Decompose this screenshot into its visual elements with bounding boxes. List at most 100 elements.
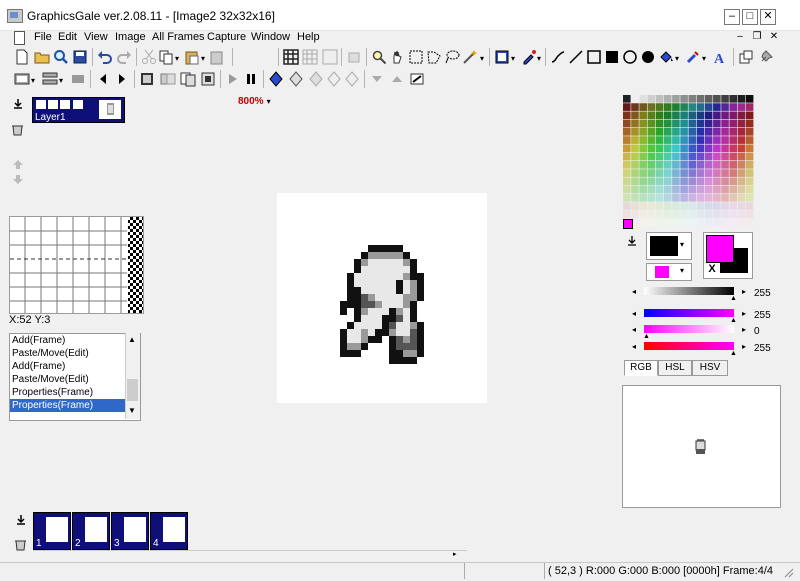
brightness-decrease-icon[interactable]: ◂ bbox=[632, 287, 636, 296]
hand-tool-icon[interactable] bbox=[390, 49, 406, 65]
palette-swatch[interactable] bbox=[688, 210, 697, 219]
palette-swatch[interactable] bbox=[663, 128, 672, 136]
palette-swatch[interactable] bbox=[680, 152, 688, 161]
trash-icon[interactable] bbox=[14, 538, 27, 551]
palette-swatch[interactable] bbox=[655, 136, 664, 144]
tab-hsv[interactable]: HSV bbox=[692, 360, 728, 376]
palette-swatch[interactable] bbox=[704, 210, 713, 219]
palette-swatch[interactable] bbox=[729, 210, 738, 219]
palette-swatch[interactable] bbox=[729, 218, 738, 227]
rect-select-icon[interactable] bbox=[408, 49, 424, 65]
palette-swatch[interactable] bbox=[680, 194, 688, 202]
zoom-tool-icon[interactable] bbox=[371, 49, 387, 65]
color-import-icon[interactable] bbox=[627, 236, 637, 246]
frame-props-dropdown-icon[interactable]: ▾ bbox=[31, 76, 35, 85]
palette-swatch[interactable] bbox=[647, 210, 656, 219]
palette-swatch[interactable] bbox=[729, 103, 738, 111]
palette-swatch[interactable] bbox=[647, 103, 656, 111]
palette-swatch[interactable] bbox=[647, 194, 656, 202]
link-icon[interactable] bbox=[60, 100, 70, 109]
layer-up-icon[interactable] bbox=[12, 159, 24, 169]
palette-swatch[interactable] bbox=[704, 202, 713, 210]
palette-swatch[interactable] bbox=[647, 185, 656, 194]
palette-swatch[interactable] bbox=[745, 218, 754, 227]
palette-swatch[interactable] bbox=[639, 177, 647, 186]
more-options-icon[interactable] bbox=[73, 100, 83, 109]
palette-swatch[interactable] bbox=[639, 95, 647, 103]
palette-swatch[interactable] bbox=[623, 177, 631, 186]
palette-swatch[interactable] bbox=[688, 103, 697, 111]
ellipse-icon[interactable] bbox=[622, 49, 638, 65]
tab-hsl[interactable]: HSL bbox=[658, 360, 692, 376]
palette-swatch[interactable] bbox=[663, 161, 672, 169]
palette-swatch[interactable] bbox=[688, 119, 697, 128]
palette-swatch[interactable] bbox=[663, 95, 672, 103]
palette-swatch[interactable] bbox=[655, 169, 664, 177]
palette-swatch[interactable] bbox=[688, 111, 697, 120]
palette-swatch[interactable] bbox=[745, 128, 754, 136]
frame-thumbnail[interactable]: 4 bbox=[150, 512, 188, 550]
palette-swatch[interactable] bbox=[696, 177, 705, 186]
palette-swatch[interactable] bbox=[704, 136, 713, 144]
palette-swatch[interactable] bbox=[721, 185, 729, 194]
layer-toggle-icon[interactable] bbox=[346, 49, 362, 65]
frame-thumbnail[interactable]: 2 bbox=[72, 512, 110, 550]
palette-swatch[interactable] bbox=[745, 152, 754, 161]
palette-swatch[interactable] bbox=[688, 161, 697, 169]
palette-swatch[interactable] bbox=[704, 218, 713, 227]
palette-swatch[interactable] bbox=[704, 128, 713, 136]
palette-swatch[interactable] bbox=[639, 218, 647, 227]
palette-swatch[interactable] bbox=[672, 194, 680, 202]
palette-swatch[interactable] bbox=[639, 103, 647, 111]
lock-icon[interactable] bbox=[48, 100, 58, 109]
resize-grip-icon[interactable] bbox=[782, 566, 794, 578]
palette-swatch[interactable] bbox=[713, 136, 721, 144]
palette-swatch[interactable] bbox=[721, 119, 729, 128]
palette-swatch[interactable] bbox=[655, 161, 664, 169]
palette-swatch[interactable] bbox=[663, 218, 672, 227]
eyedropper-dropdown-icon[interactable]: ▾ bbox=[537, 54, 541, 63]
palette-swatch[interactable] bbox=[623, 185, 631, 194]
brightness-slider[interactable] bbox=[644, 287, 734, 295]
palette-swatch[interactable] bbox=[680, 119, 688, 128]
layer-properties-icon[interactable] bbox=[42, 71, 58, 87]
palette-swatch[interactable] bbox=[721, 202, 729, 210]
history-item-selected[interactable]: Properties(Frame) bbox=[10, 399, 140, 412]
palette-swatch[interactable] bbox=[729, 169, 738, 177]
palette-swatch[interactable] bbox=[713, 210, 721, 219]
palette-swatch[interactable] bbox=[704, 194, 713, 202]
tab-rgb[interactable]: RGB bbox=[624, 360, 658, 376]
green-decrease-icon[interactable]: ◂ bbox=[632, 325, 636, 334]
palette-swatch[interactable] bbox=[672, 161, 680, 169]
paste-dropdown-icon[interactable]: ▾ bbox=[201, 54, 205, 63]
palette-swatch[interactable] bbox=[623, 144, 631, 153]
color-add-icon[interactable] bbox=[308, 71, 324, 87]
palette-swatch[interactable] bbox=[647, 95, 656, 103]
palette-swatch[interactable] bbox=[704, 119, 713, 128]
blue-decrease-icon[interactable]: ◂ bbox=[632, 342, 636, 351]
new-file-icon[interactable] bbox=[14, 49, 30, 65]
palette-swatch[interactable] bbox=[680, 177, 688, 186]
palette-swatch[interactable] bbox=[631, 161, 639, 169]
palette-swatch[interactable] bbox=[655, 185, 664, 194]
tile-icon[interactable] bbox=[322, 49, 338, 65]
red-decrease-icon[interactable]: ◂ bbox=[632, 309, 636, 318]
trash-icon[interactable] bbox=[11, 123, 24, 136]
palette-swatch[interactable] bbox=[745, 161, 754, 169]
palette-swatch[interactable] bbox=[688, 194, 697, 202]
pixel-grid-icon[interactable] bbox=[302, 49, 318, 65]
palette-swatch[interactable] bbox=[704, 185, 713, 194]
palette-swatch[interactable] bbox=[704, 144, 713, 153]
palette-swatch[interactable] bbox=[663, 185, 672, 194]
palette-swatch[interactable] bbox=[680, 136, 688, 144]
palette-swatch[interactable] bbox=[655, 210, 664, 219]
palette-swatch[interactable] bbox=[639, 128, 647, 136]
palette-swatch[interactable] bbox=[737, 144, 746, 153]
paste-icon[interactable] bbox=[184, 49, 200, 65]
palette-swatch[interactable] bbox=[655, 194, 664, 202]
palette-swatch[interactable] bbox=[631, 95, 639, 103]
palette-swatch[interactable] bbox=[721, 210, 729, 219]
palette-swatch[interactable] bbox=[737, 194, 746, 202]
menu-capture[interactable]: Capture bbox=[207, 31, 246, 43]
palette-swatch[interactable] bbox=[737, 177, 746, 186]
